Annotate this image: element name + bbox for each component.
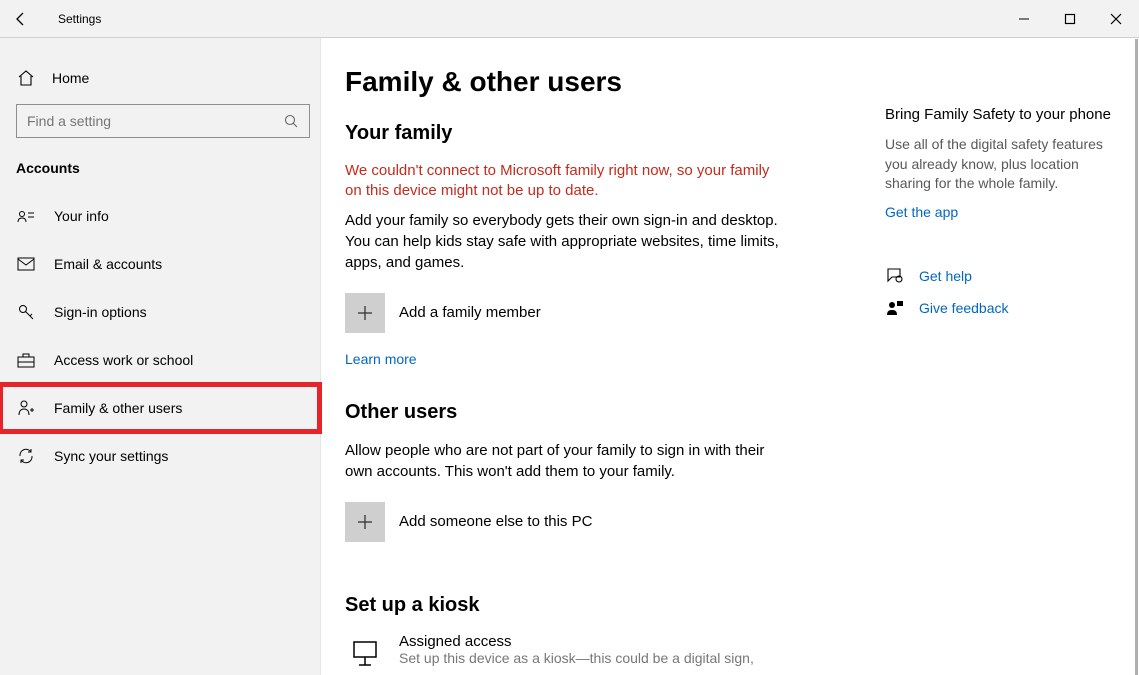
your-family-heading: Your family (345, 122, 825, 145)
plus-icon (356, 513, 374, 531)
plus-icon (356, 304, 374, 322)
plus-box (345, 502, 385, 542)
sidebar-category: Accounts (0, 152, 320, 192)
sidebar-item-label: Family & other users (54, 400, 182, 416)
learn-more-link[interactable]: Learn more (345, 351, 825, 367)
scrollbar[interactable] (1135, 39, 1138, 675)
person-add-icon (16, 398, 36, 418)
maximize-icon (1064, 13, 1076, 25)
promo-title: Bring Family Safety to your phone (885, 106, 1115, 123)
home-nav[interactable]: Home (0, 56, 320, 100)
minimize-button[interactable] (1001, 0, 1047, 38)
back-arrow-icon (13, 11, 29, 27)
home-label: Home (52, 70, 89, 86)
sidebar-item-label: Email & accounts (54, 256, 162, 272)
sidebar-item-family-other-users[interactable]: Family & other users (0, 384, 320, 432)
window-controls (1001, 0, 1139, 38)
assigned-access-title: Assigned access (399, 633, 754, 650)
family-body-text: Add your family so everybody gets their … (345, 210, 795, 273)
titlebar: Settings (0, 0, 1139, 38)
add-other-user-label: Add someone else to this PC (399, 513, 592, 530)
add-family-member-label: Add a family member (399, 304, 541, 321)
mail-icon (16, 254, 36, 274)
add-family-member-button[interactable]: Add a family member (345, 293, 825, 333)
search-box[interactable] (16, 104, 310, 138)
assigned-access-button[interactable]: Assigned access Set up this device as a … (345, 633, 825, 673)
get-help-link[interactable]: Get help (885, 266, 1115, 286)
content-area: Family & other users Your family We coul… (321, 38, 1139, 675)
briefcase-icon (16, 350, 36, 370)
assigned-access-sub: Set up this device as a kiosk—this could… (399, 650, 754, 666)
page-title: Family & other users (345, 66, 825, 98)
search-icon (283, 113, 299, 129)
window-title: Settings (58, 12, 101, 26)
sidebar-item-sync-settings[interactable]: Sync your settings (0, 432, 320, 480)
sidebar: Home Accounts Your info Email & accounts (0, 38, 321, 675)
sidebar-item-label: Access work or school (54, 352, 193, 368)
home-icon (16, 68, 36, 88)
other-users-heading: Other users (345, 401, 825, 424)
help-chat-icon (885, 266, 905, 286)
sidebar-item-access-work-school[interactable]: Access work or school (0, 336, 320, 384)
give-feedback-link[interactable]: Give feedback (885, 298, 1115, 318)
get-help-label: Get help (919, 268, 972, 284)
family-error-text: We couldn't connect to Microsoft family … (345, 161, 785, 202)
sidebar-item-label: Sign-in options (54, 304, 147, 320)
promo-body: Use all of the digital safety features y… (885, 135, 1115, 194)
kiosk-monitor-icon (345, 633, 385, 673)
add-other-user-button[interactable]: Add someone else to this PC (345, 502, 825, 542)
feedback-person-icon (885, 298, 905, 318)
other-users-body: Allow people who are not part of your fa… (345, 440, 795, 482)
close-icon (1110, 13, 1122, 25)
minimize-icon (1018, 13, 1030, 25)
sidebar-item-signin-options[interactable]: Sign-in options (0, 288, 320, 336)
back-button[interactable] (0, 0, 42, 38)
sidebar-item-email-accounts[interactable]: Email & accounts (0, 240, 320, 288)
kiosk-heading: Set up a kiosk (345, 594, 825, 617)
sidebar-item-your-info[interactable]: Your info (0, 192, 320, 240)
search-input[interactable] (27, 113, 267, 129)
key-icon (16, 302, 36, 322)
give-feedback-label: Give feedback (919, 300, 1009, 316)
close-button[interactable] (1093, 0, 1139, 38)
person-card-icon (16, 206, 36, 226)
sync-icon (16, 446, 36, 466)
get-app-link[interactable]: Get the app (885, 204, 1115, 220)
maximize-button[interactable] (1047, 0, 1093, 38)
sidebar-item-label: Sync your settings (54, 448, 168, 464)
plus-box (345, 293, 385, 333)
sidebar-item-label: Your info (54, 208, 109, 224)
